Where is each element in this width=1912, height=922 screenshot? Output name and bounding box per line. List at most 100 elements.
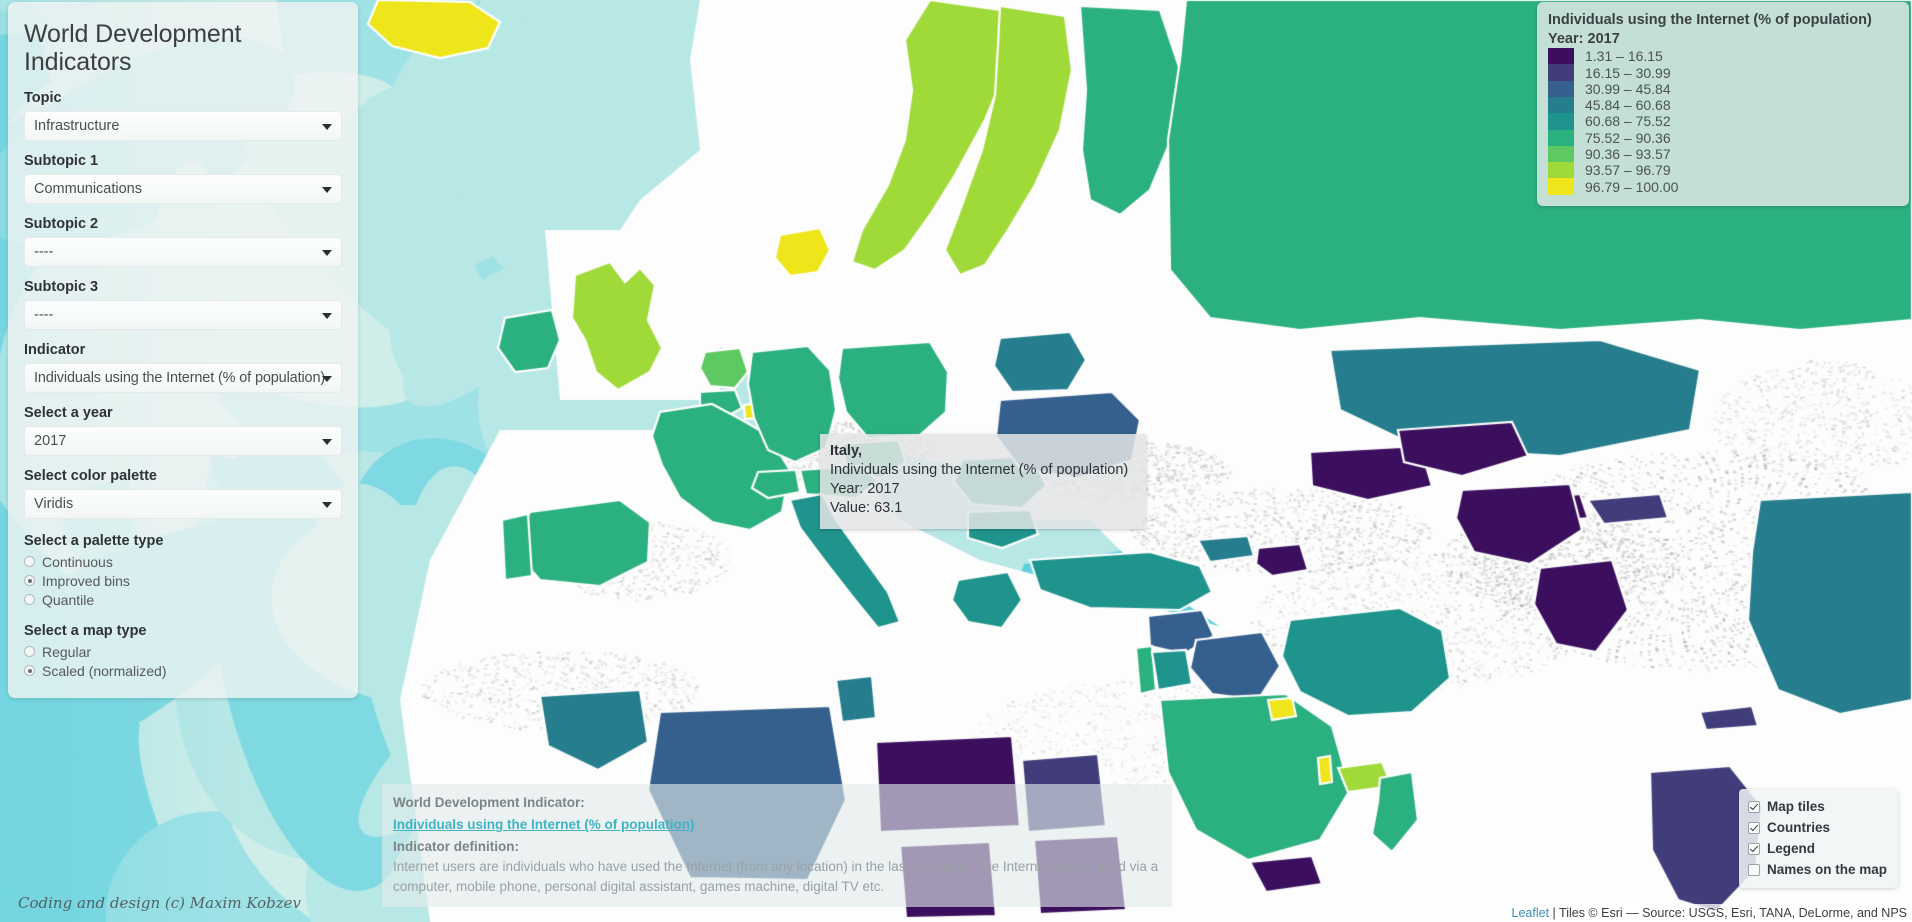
indicator-select[interactable]: Individuals using the Internet (% of pop… [24,363,342,393]
radio-icon [24,594,35,605]
checkbox-icon-checked [1747,800,1760,813]
country-tooltip: Italy, Individuals using the Internet (%… [820,434,1146,529]
field-topic: Topic Infrastructure [24,90,342,141]
radio-label: Quantile [42,591,95,608]
color-palette-select[interactable]: Viridis [24,489,342,519]
topic-value: Infrastructure [34,118,120,134]
layer-label: Map tiles [1766,799,1825,814]
legend-range-label: 93.57 – 96.79 [1585,162,1671,179]
tooltip-year: Year: 2017 [830,481,900,498]
legend-row: 45.84 – 60.68 [1548,96,1897,114]
field-subtopic-3: Subtopic 3 ---- [24,279,342,330]
checkbox-icon [1747,863,1760,876]
layer-toggle-countries[interactable]: Countries [1747,817,1887,838]
radio-palette-type-continuous[interactable]: Continuous [24,552,342,571]
layer-label: Legend [1766,841,1815,856]
legend-row: 30.99 – 45.84 [1548,80,1897,97]
chevron-down-icon [322,187,332,193]
legend-range-label: 96.79 – 100.00 [1585,178,1679,195]
legend-swatch [1548,96,1574,114]
layer-toggle-names[interactable]: Names on the map [1747,859,1887,880]
map-legend: Individuals using the Internet (% of pop… [1537,2,1909,206]
legend-range-label: 45.84 – 60.68 [1585,97,1671,114]
indicator-link[interactable]: Individuals using the Internet (% of pop… [393,815,695,835]
field-subtopic-2: Subtopic 2 ---- [24,216,342,267]
radio-label: Regular [42,643,92,660]
label-color-palette: Select color palette [24,468,157,484]
layer-toggle-map-tiles[interactable]: Map tiles [1747,796,1887,817]
info-caption-indicator: World Development Indicator: [393,795,585,811]
chevron-down-icon [322,439,332,445]
checkbox-icon-checked [1747,842,1760,855]
legend-row: 1.31 – 16.15 [1548,48,1897,65]
subtopic-2-value: ---- [34,244,54,260]
radio-map-type-regular[interactable]: Regular [24,642,342,661]
year-value: 2017 [34,433,67,449]
author-credit: Coding and design (c) Maxim Kobzev [18,894,302,912]
map-type-radio-group: Regular Scaled (normalized) [24,642,342,680]
info-caption-definition: Indicator definition: [393,839,519,855]
chevron-down-icon [322,313,332,319]
legend-swatch [1548,64,1574,81]
legend-swatch [1548,162,1574,179]
legend-row: 60.68 – 75.52 [1548,113,1897,130]
legend-swatch [1548,145,1574,163]
legend-range-label: 1.31 – 16.15 [1585,48,1663,65]
field-indicator: Indicator Individuals using the Internet… [24,342,342,393]
field-subtopic-1: Subtopic 1 Communications [24,153,342,204]
topic-select[interactable]: Infrastructure [24,111,342,141]
year-select[interactable]: 2017 [24,426,342,456]
label-subtopic-3: Subtopic 3 [24,279,99,295]
chevron-down-icon [322,124,332,130]
page-title: World Development Indicators [24,20,242,76]
radio-palette-type-improved-bins[interactable]: Improved bins [24,571,342,590]
radio-icon [24,556,35,567]
radio-label: Scaled (normalized) [42,662,167,679]
indicator-info-panel: World Development Indicator: Individuals… [382,784,1172,907]
legend-row: 75.52 – 90.36 [1548,129,1897,146]
legend-swatch [1548,80,1574,97]
legend-range-label: 60.68 – 75.52 [1585,113,1671,130]
chevron-down-icon [322,250,332,256]
legend-row: 90.36 – 93.57 [1548,145,1897,163]
legend-range-label: 90.36 – 93.57 [1585,146,1671,163]
layer-label: Names on the map [1766,862,1887,877]
legend-row: 96.79 – 100.00 [1548,178,1897,195]
attribution-text: | Tiles © Esri — Source: USGS, Esri, TAN… [1549,906,1907,920]
tooltip-value: Value: 63.1 [830,500,903,517]
field-color-palette: Select color palette Viridis [24,468,342,519]
controls-panel: World Development Indicators Topic Infra… [8,2,358,698]
label-year: Select a year [24,405,113,421]
label-subtopic-2: Subtopic 2 [24,216,99,232]
legend-title-year: Year: 2017 [1548,30,1620,47]
label-indicator: Indicator [24,342,86,358]
subtopic-2-select[interactable]: ---- [24,237,342,267]
legend-swatch [1548,48,1574,65]
legend-row: 16.15 – 30.99 [1548,64,1897,81]
chevron-down-icon [322,502,332,508]
legend-swatch [1548,129,1574,146]
leaflet-link[interactable]: Leaflet [1512,906,1550,920]
legend-swatch [1548,178,1574,195]
label-map-type: Select a map type [24,623,147,639]
subtopic-1-value: Communications [34,181,142,197]
legend-row: 93.57 – 96.79 [1548,162,1897,179]
indicator-value: Individuals using the Internet (% of pop… [34,370,326,386]
label-topic: Topic [24,90,62,106]
color-palette-value: Viridis [34,496,74,512]
radio-palette-type-quantile[interactable]: Quantile [24,590,342,609]
legend-swatch [1548,113,1574,130]
legend-bins: 1.31 – 16.15 16.15 – 30.99 30.99 – 45.84 45… [1548,48,1897,195]
tooltip-indicator: Individuals using the Internet (% of pop… [830,462,1129,479]
radio-map-type-scaled[interactable]: Scaled (normalized) [24,661,342,680]
radio-label: Improved bins [42,572,130,589]
legend-range-label: 30.99 – 45.84 [1585,80,1671,97]
radio-icon-selected [24,575,35,586]
palette-type-radio-group: Continuous Improved bins Quantile [24,552,342,609]
subtopic-3-select[interactable]: ---- [24,300,342,330]
layer-toggle-legend[interactable]: Legend [1747,838,1887,859]
radio-icon [24,646,35,657]
checkbox-icon-checked [1747,821,1760,834]
subtopic-1-select[interactable]: Communications [24,174,342,204]
radio-label: Continuous [42,553,113,570]
